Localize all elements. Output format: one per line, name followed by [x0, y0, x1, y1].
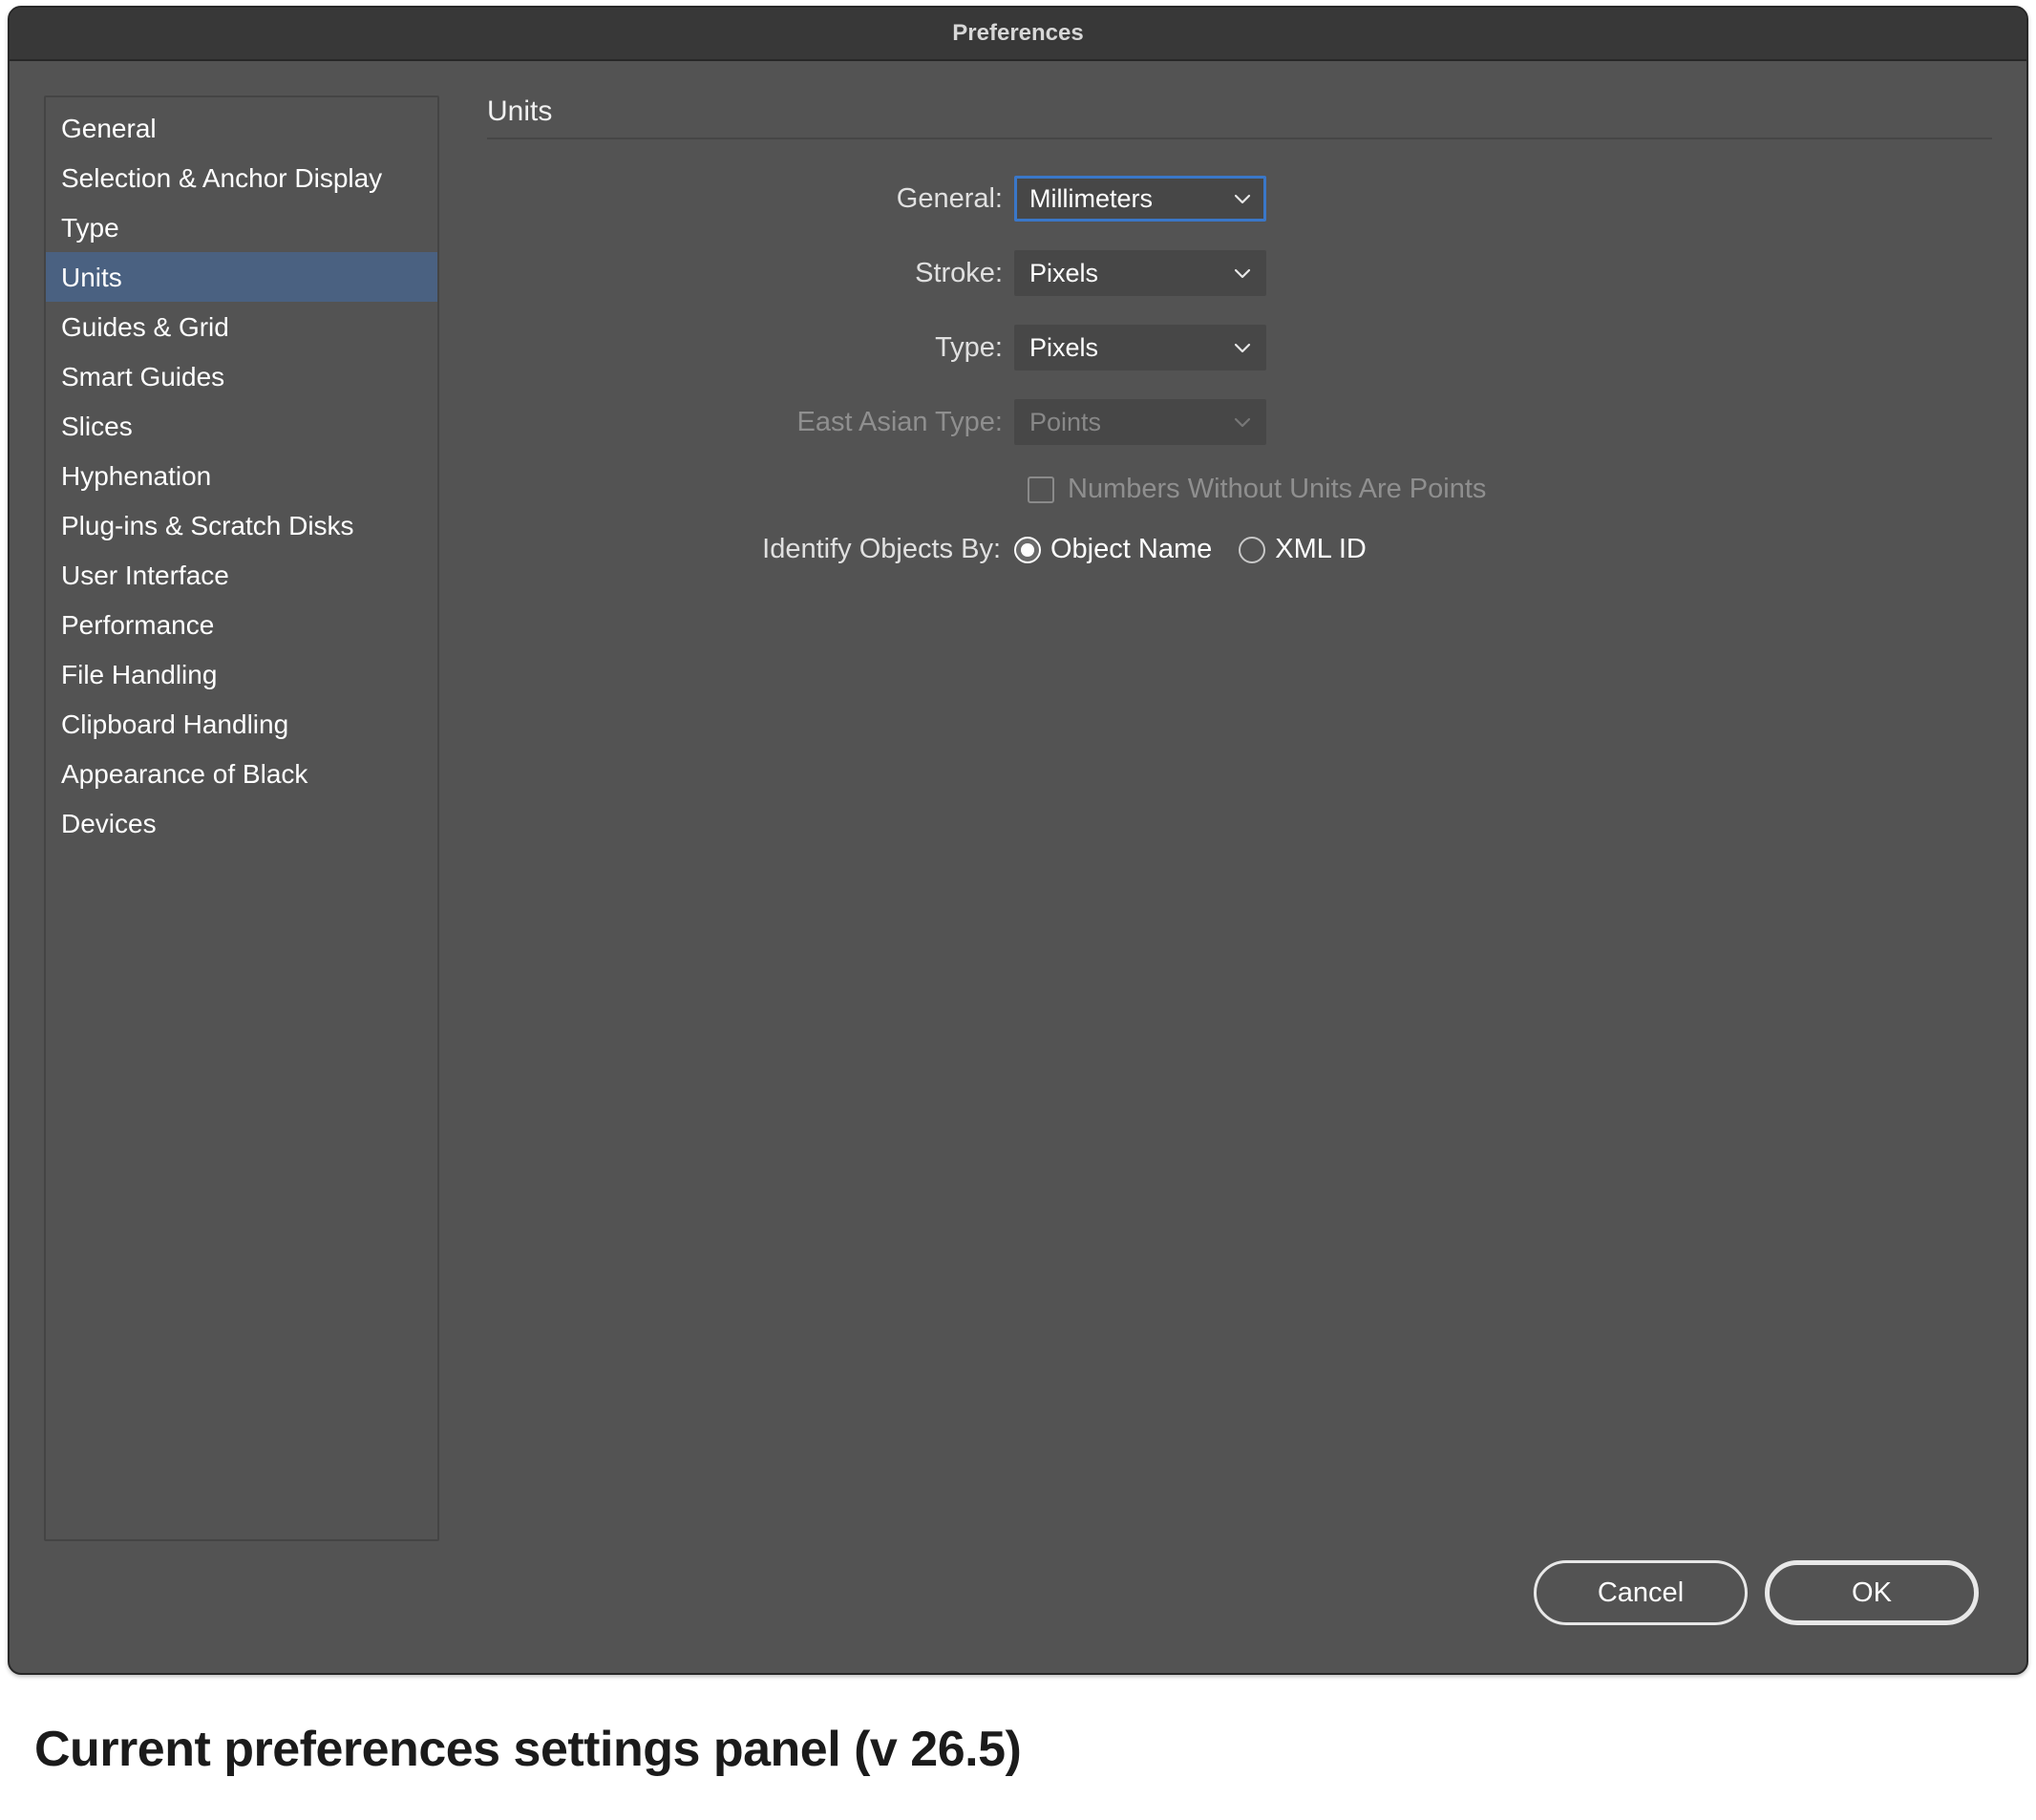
ok-button[interactable]: OK: [1765, 1560, 1979, 1625]
chevron-down-icon: [1234, 341, 1251, 354]
sidebar-item-type[interactable]: Type: [46, 202, 437, 252]
sidebar-item-guides-grid[interactable]: Guides & Grid: [46, 302, 437, 351]
sidebar-item-slices[interactable]: Slices: [46, 401, 437, 451]
sidebar-item-hyphenation[interactable]: Hyphenation: [46, 451, 437, 500]
general-label: General:: [487, 183, 1014, 215]
radio-xml-id[interactable]: [1239, 537, 1265, 563]
sidebar-item-smart-guides[interactable]: Smart Guides: [46, 351, 437, 401]
dialog-title: Preferences: [10, 8, 2026, 61]
type-dropdown[interactable]: Pixels: [1014, 325, 1266, 370]
sidebar-item-selection-anchor-display[interactable]: Selection & Anchor Display: [46, 153, 437, 202]
radio-object-name[interactable]: [1014, 537, 1041, 563]
sidebar-item-appearance-of-black[interactable]: Appearance of Black: [46, 749, 437, 798]
east-asian-type-dropdown-value: Points: [1029, 408, 1101, 437]
sidebar-item-general[interactable]: General: [46, 103, 437, 153]
identify-objects-label: Identify Objects By:: [487, 534, 1014, 565]
stroke-dropdown-value: Pixels: [1029, 259, 1098, 288]
sidebar-item-clipboard-handling[interactable]: Clipboard Handling: [46, 699, 437, 749]
dialog-body: GeneralSelection & Anchor DisplayTypeUni…: [10, 61, 2026, 1560]
chevron-down-icon: [1234, 192, 1251, 205]
sidebar-item-user-interface[interactable]: User Interface: [46, 550, 437, 600]
radio-option-xml-id[interactable]: XML ID: [1239, 534, 1367, 565]
type-dropdown-value: Pixels: [1029, 333, 1098, 363]
chevron-down-icon: [1234, 266, 1251, 280]
cancel-button[interactable]: Cancel: [1534, 1560, 1748, 1625]
radio-object-name-label: Object Name: [1050, 534, 1212, 565]
section-title: Units: [487, 95, 1992, 139]
main-panel: Units General: Millimeters Stroke:: [487, 95, 1992, 1541]
radio-option-object-name[interactable]: Object Name: [1014, 534, 1212, 565]
chevron-down-icon: [1234, 415, 1251, 429]
radio-xml-id-label: XML ID: [1275, 534, 1367, 565]
sidebar-item-devices[interactable]: Devices: [46, 798, 437, 848]
sidebar-item-plug-ins-scratch-disks[interactable]: Plug-ins & Scratch Disks: [46, 500, 437, 550]
stroke-label: Stroke:: [487, 258, 1014, 289]
numbers-without-units-label: Numbers Without Units Are Points: [1068, 474, 1486, 505]
figure-caption: Current preferences settings panel (v 26…: [34, 1721, 2002, 1778]
button-row: Cancel OK: [10, 1560, 2026, 1673]
east-asian-type-dropdown: Points: [1014, 399, 1266, 445]
form-rows: General: Millimeters Stroke: Pixels: [487, 176, 1992, 565]
sidebar-item-file-handling[interactable]: File Handling: [46, 649, 437, 699]
sidebar-item-performance[interactable]: Performance: [46, 600, 437, 649]
sidebar-item-units[interactable]: Units: [46, 252, 437, 302]
general-dropdown-value: Millimeters: [1029, 184, 1153, 214]
general-dropdown[interactable]: Millimeters: [1014, 176, 1266, 222]
preferences-dialog: Preferences GeneralSelection & Anchor Di…: [8, 6, 2028, 1675]
stroke-dropdown[interactable]: Pixels: [1014, 250, 1266, 296]
sidebar: GeneralSelection & Anchor DisplayTypeUni…: [44, 95, 439, 1541]
east-asian-type-label: East Asian Type:: [487, 407, 1014, 438]
type-label: Type:: [487, 332, 1014, 364]
numbers-without-units-checkbox: [1028, 476, 1054, 503]
